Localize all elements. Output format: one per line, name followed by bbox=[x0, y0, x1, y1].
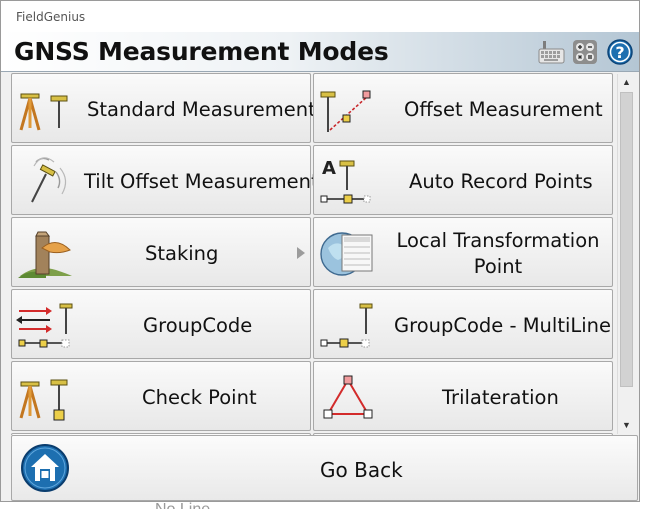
transformation-icon bbox=[320, 232, 373, 276]
groupcode-multiline-icon bbox=[320, 303, 373, 348]
mode-label: Tilt Offset Measurement bbox=[84, 170, 319, 193]
home-icon bbox=[21, 444, 69, 492]
mode-check-point[interactable]: Check Point bbox=[11, 361, 311, 431]
scroll-up-button[interactable]: ▲ bbox=[618, 74, 635, 91]
scroll-thumb[interactable] bbox=[620, 92, 633, 387]
mode-auto-record-points[interactable]: A Auto Record Points bbox=[313, 145, 613, 215]
auto-record-icon: A bbox=[320, 158, 371, 204]
mode-label: Auto Record Points bbox=[409, 170, 593, 193]
svg-text:A: A bbox=[322, 158, 336, 179]
mode-label: Local Transformation Point bbox=[396, 229, 600, 278]
keyboard-icon[interactable] bbox=[537, 38, 565, 66]
mode-local-transformation-point[interactable]: Local Transformation Point bbox=[313, 217, 613, 287]
svg-text:?: ? bbox=[615, 43, 624, 62]
mode-offset-measurement[interactable]: Offset Measurement bbox=[313, 73, 613, 143]
tripod-rod-icon bbox=[19, 93, 68, 131]
fieldgenius-window: FieldGenius GNSS Measurement Modes ? Sta… bbox=[0, 0, 640, 502]
submenu-arrow-icon bbox=[297, 247, 305, 259]
mode-label: GroupCode bbox=[143, 314, 253, 337]
mode-staking[interactable]: Staking bbox=[11, 217, 311, 287]
help-icon[interactable]: ? bbox=[606, 38, 634, 66]
go-back-label: Go Back bbox=[320, 458, 403, 482]
scroll-down-button[interactable]: ▼ bbox=[618, 417, 635, 434]
stake-icon bbox=[18, 231, 72, 278]
mode-grid: Standard Measurement Offset Measurement bbox=[11, 73, 615, 435]
mode-groupcode-multiline[interactable]: GroupCode - MultiLine bbox=[313, 289, 613, 359]
page-header: GNSS Measurement Modes ? bbox=[1, 32, 639, 72]
mode-tilt-offset-measurement[interactable]: Tilt Offset Measurement bbox=[11, 145, 319, 215]
underlying-window-fragment: No Line bbox=[155, 501, 210, 509]
check-point-icon bbox=[19, 379, 68, 421]
offset-icon bbox=[320, 90, 371, 132]
trilateration-icon bbox=[323, 375, 373, 419]
groupcode-icon bbox=[16, 303, 73, 348]
mode-groupcode[interactable]: GroupCode bbox=[11, 289, 311, 359]
vertical-scrollbar[interactable]: ▲ ▼ bbox=[617, 74, 634, 434]
mode-label: GroupCode - MultiLine bbox=[394, 314, 612, 337]
window-title: FieldGenius bbox=[1, 1, 639, 32]
mode-label: Trilateration bbox=[442, 386, 559, 409]
mode-label: Check Point bbox=[142, 386, 257, 409]
go-back-button[interactable]: Go Back bbox=[11, 435, 638, 501]
page-title: GNSS Measurement Modes bbox=[14, 37, 389, 66]
mode-label: Offset Measurement bbox=[404, 98, 603, 121]
svg-text:No Line: No Line bbox=[155, 501, 210, 509]
mode-standard-measurement[interactable]: Standard Measurement bbox=[11, 73, 316, 143]
tilt-rod-icon bbox=[31, 157, 67, 203]
mode-trilateration[interactable]: Trilateration bbox=[313, 361, 613, 431]
calculator-icon[interactable] bbox=[571, 38, 599, 66]
mode-label: Standard Measurement bbox=[87, 98, 316, 121]
mode-label: Staking bbox=[145, 242, 219, 265]
